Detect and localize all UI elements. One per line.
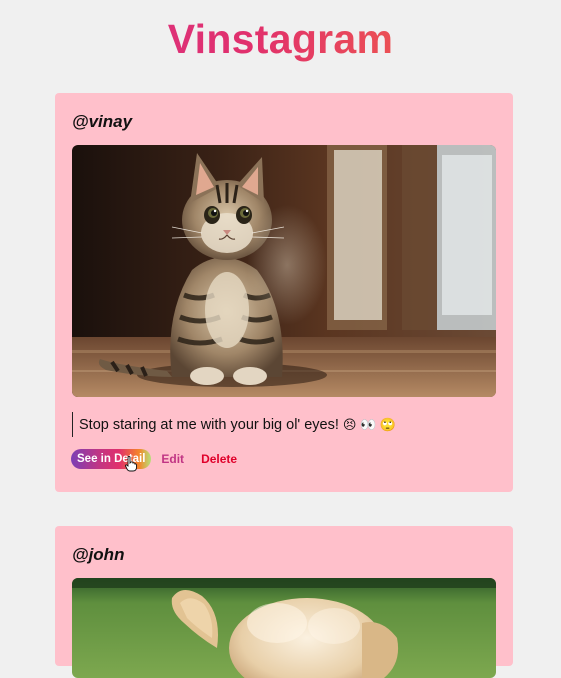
hand-cursor-icon <box>125 456 137 472</box>
delete-button[interactable]: Delete <box>201 452 237 466</box>
post-actions: See in Detail Edit Delete <box>71 449 237 472</box>
edit-button[interactable]: Edit <box>161 452 184 466</box>
post-image <box>72 145 496 397</box>
post-username[interactable]: @vinay <box>72 112 132 132</box>
post-username[interactable]: @john <box>72 545 124 565</box>
post-card: @vinay Stop staring at me with your big … <box>55 93 513 492</box>
app-title: Vinstagram <box>0 14 561 64</box>
see-in-detail-button[interactable]: See in Detail <box>71 449 152 472</box>
post-caption: Stop staring at me with your big ol' eye… <box>72 412 396 437</box>
kitten-photo <box>72 145 496 397</box>
puppy-photo <box>72 578 496 678</box>
post-card: @john <box>55 526 513 678</box>
caption-text: Stop staring at me with your big ol' eye… <box>79 417 339 433</box>
post-image <box>72 578 496 678</box>
caption-emoji: 😣 👀 🙄 <box>342 417 397 432</box>
